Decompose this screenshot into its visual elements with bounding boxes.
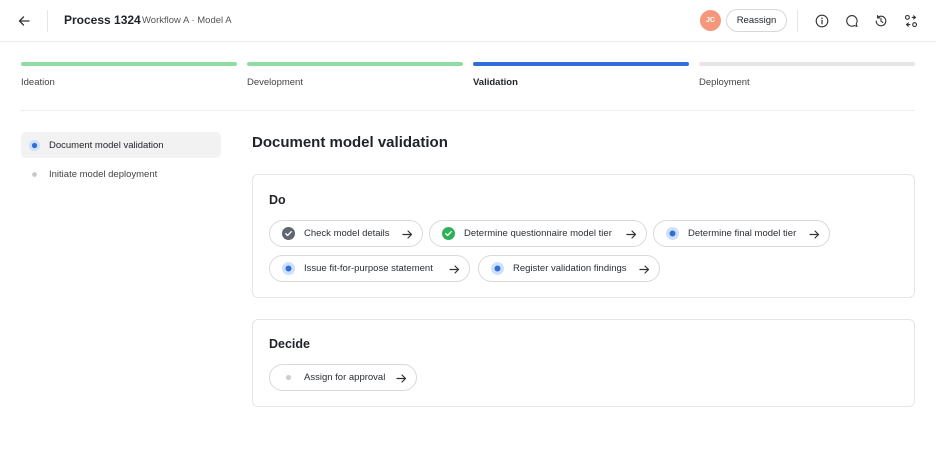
arrow-right-icon: [638, 263, 650, 275]
header-divider: [797, 10, 798, 32]
completed-check-icon: [442, 227, 455, 240]
step-ideation[interactable]: Ideation: [21, 62, 237, 88]
sidebar-item-initiate-model-deployment[interactable]: Initiate model deployment: [21, 161, 221, 187]
task-assign-for-approval[interactable]: Assign for approval: [269, 364, 417, 391]
step-progress-bar: [699, 62, 915, 66]
task-label: Register validation findings: [513, 263, 627, 274]
top-header: Process 1324 Workflow A · Model A JC Rea…: [0, 0, 936, 42]
section-divider: [20, 110, 915, 111]
task-issue-fit-for-purpose-statement[interactable]: Issue fit-for-purpose statement: [269, 255, 470, 282]
avatar[interactable]: JC: [700, 10, 721, 31]
task-label: Determine questionnaire model tier: [464, 228, 612, 239]
task-label: Assign for approval: [304, 372, 386, 383]
info-icon[interactable]: [812, 11, 832, 31]
task-determine-final-model-tier[interactable]: Determine final model tier: [653, 220, 830, 247]
task-determine-questionnaire-model-tier[interactable]: Determine questionnaire model tier: [429, 220, 647, 247]
page-title: Process 1324: [64, 13, 141, 27]
history-icon[interactable]: [871, 11, 891, 31]
breadcrumb: Workflow A · Model A: [142, 15, 232, 26]
sidebar-item-label: Initiate model deployment: [49, 168, 158, 180]
do-section-card: Do Check model details Determine questio…: [252, 174, 915, 298]
sidebar-item-document-model-validation[interactable]: Document model validation: [21, 132, 221, 158]
in-progress-status-icon: [491, 262, 504, 275]
step-label: Ideation: [21, 77, 55, 88]
decide-section-card: Decide Assign for approval: [252, 319, 915, 407]
completed-check-icon: [282, 227, 295, 240]
step-progress-bar: [247, 62, 463, 66]
arrow-right-icon: [401, 228, 413, 240]
reassign-button[interactable]: Reassign: [726, 9, 787, 32]
arrow-right-icon: [625, 228, 637, 240]
step-label: Development: [247, 77, 303, 88]
arrow-right-icon: [808, 228, 820, 240]
task-label: Check model details: [304, 228, 390, 239]
back-arrow-icon[interactable]: [14, 11, 34, 31]
arrow-right-icon: [395, 372, 407, 384]
in-progress-status-icon: [282, 262, 295, 275]
task-check-model-details[interactable]: Check model details: [269, 220, 423, 247]
step-deployment[interactable]: Deployment: [699, 62, 915, 88]
step-label: Deployment: [699, 77, 750, 88]
task-register-validation-findings[interactable]: Register validation findings: [478, 255, 660, 282]
step-validation[interactable]: Validation: [473, 62, 689, 88]
step-label: Validation: [473, 77, 518, 88]
not-started-status-icon: [282, 371, 295, 384]
section-heading: Document model validation: [252, 134, 448, 151]
header-divider: [47, 10, 48, 32]
in-progress-status-icon: [29, 140, 40, 151]
card-title: Decide: [269, 337, 310, 351]
workflow-icon[interactable]: [901, 11, 921, 31]
in-progress-status-icon: [666, 227, 679, 240]
not-started-status-icon: [29, 169, 40, 180]
step-progress-bar: [21, 62, 237, 66]
arrow-right-icon: [448, 263, 460, 275]
card-title: Do: [269, 193, 286, 207]
comment-icon[interactable]: [842, 11, 862, 31]
task-label: Determine final model tier: [688, 228, 797, 239]
step-progress-bar: [473, 62, 689, 66]
sidebar-item-label: Document model validation: [49, 139, 164, 151]
step-development[interactable]: Development: [247, 62, 463, 88]
task-label: Issue fit-for-purpose statement: [304, 263, 433, 274]
